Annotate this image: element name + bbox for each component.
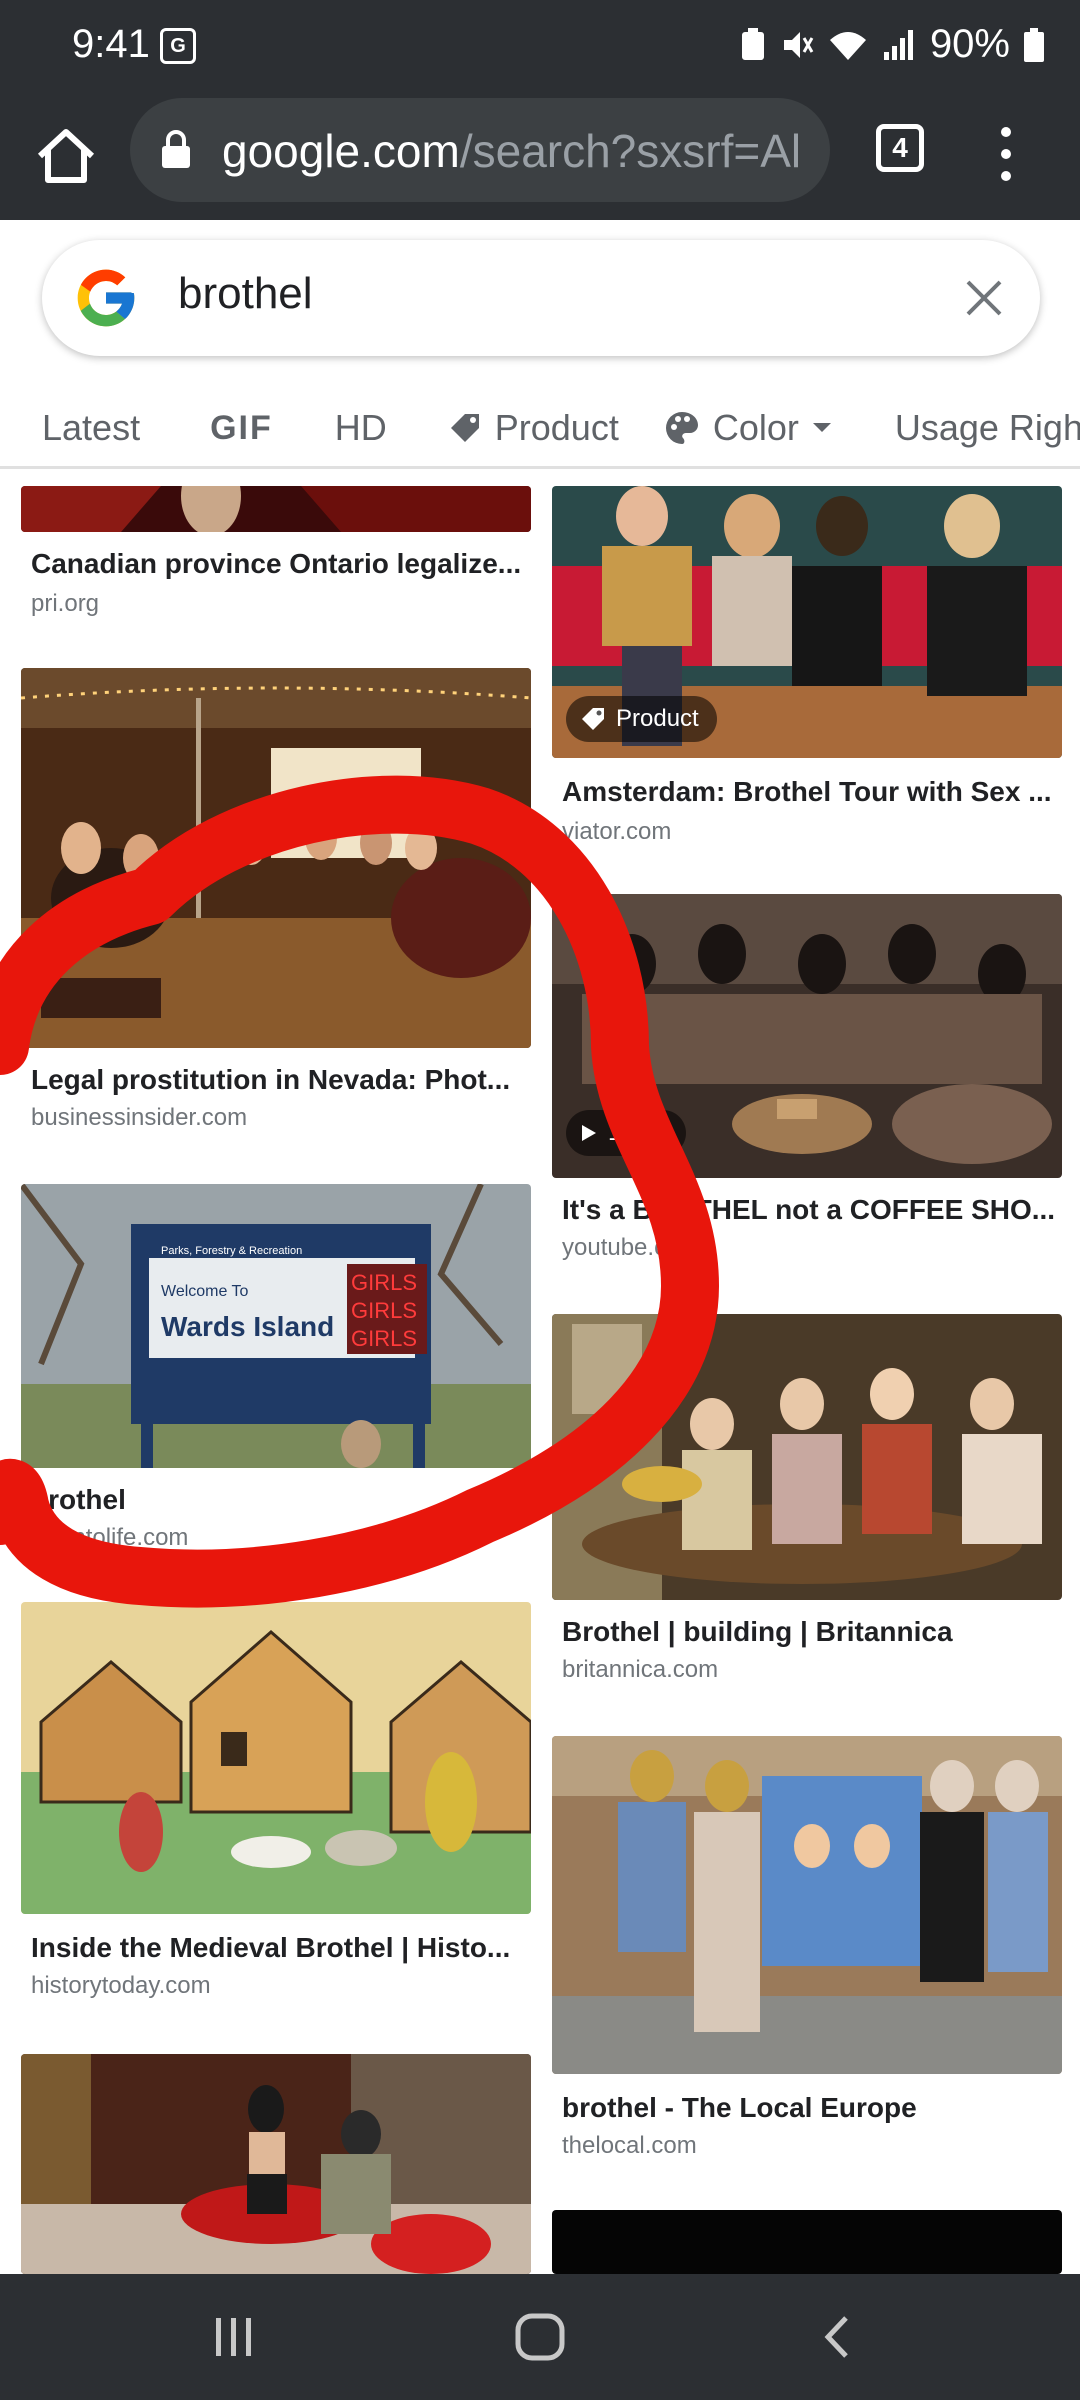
tab-switcher-button[interactable]: 4 — [876, 124, 924, 172]
clear-search-icon[interactable] — [962, 276, 1006, 320]
battery-saver-icon — [741, 27, 764, 60]
result-source: thelocal.com — [562, 2132, 697, 2159]
filter-label: GIF — [210, 408, 273, 447]
result-card[interactable]: brothel - The Local Europe thelocal.com — [552, 1736, 1062, 2159]
product-badge: Product — [566, 696, 717, 742]
result-thumbnail[interactable] — [552, 1736, 1062, 2074]
url-text: google.com/search?sxsrf=Al — [222, 124, 812, 178]
battery-icon — [1024, 27, 1044, 62]
recent-apps-icon[interactable] — [204, 2312, 264, 2362]
result-card[interactable] — [552, 2210, 1062, 2274]
dropdown-arrow-icon — [812, 423, 831, 432]
palette-icon — [665, 412, 698, 444]
filter-chip-product[interactable]: Product — [447, 407, 619, 449]
result-card[interactable]: 19:43 It's a BROTHEL not a COFFEE SHO...… — [552, 894, 1062, 1274]
result-card[interactable]: Product Amsterdam: Brothel Tour with Sex… — [552, 486, 1062, 846]
neon-sign-line: GIRLS — [351, 1326, 417, 1351]
address-bar[interactable]: google.com/search?sxsrf=Al — [130, 98, 830, 202]
tag-icon — [582, 708, 604, 730]
filter-chip-color[interactable]: Color — [663, 407, 833, 449]
result-source: britannica.com — [562, 1656, 719, 1683]
status-icons: 90% — [740, 22, 1044, 67]
google-logo-icon — [77, 269, 135, 327]
status-time: 9:41 — [72, 22, 150, 66]
translate-icon: G — [160, 28, 196, 64]
result-source: youtube.com — [562, 1234, 700, 1261]
filter-chip-hd[interactable]: HD — [335, 407, 387, 449]
browser-toolbar: google.com/search?sxsrf=Al 4 — [0, 92, 1080, 220]
result-card[interactable]: Canadian province Ontario legalize... pr… — [21, 486, 531, 636]
result-title: It's a BROTHEL not a COFFEE SHO... — [562, 1194, 1056, 1225]
system-nav-bar — [0, 2274, 1080, 2400]
signal-icon — [883, 29, 913, 60]
result-title: Inside the Medieval Brothel | Histo... — [31, 1932, 511, 1963]
result-source: businessinsider.com — [31, 1104, 248, 1131]
result-source: historytoday.com — [31, 1972, 211, 1999]
battery-percent: 90% — [929, 22, 1010, 66]
filter-label: HD — [334, 407, 387, 448]
url-path: /search?sxsrf=Al — [459, 125, 802, 177]
back-icon[interactable] — [810, 2312, 870, 2362]
result-source: viator.com — [562, 818, 672, 845]
search-box[interactable] — [42, 240, 1040, 356]
play-icon — [582, 1125, 596, 1141]
result-title: Amsterdam: Brothel Tour with Sex ... — [562, 776, 1052, 807]
result-thumbnail[interactable]: Parks, Forestry & Recreation Welcome To … — [21, 1184, 531, 1468]
result-card[interactable]: Parks, Forestry & Recreation Welcome To … — [21, 1184, 531, 1564]
result-title: brothel — [31, 1484, 126, 1515]
result-thumbnail[interactable] — [552, 1314, 1062, 1600]
neon-sign-line: GIRLS — [351, 1298, 417, 1323]
more-menu-icon[interactable] — [988, 124, 1024, 184]
result-title: Brothel | building | Britannica — [562, 1616, 953, 1647]
divider — [0, 466, 1080, 469]
sign-header-text: Parks, Forestry & Recreation — [161, 1245, 302, 1257]
search-input[interactable] — [176, 268, 880, 320]
result-card[interactable]: Brothel | building | Britannica britanni… — [552, 1314, 1062, 1714]
filter-chips: Latest GIF HD Product Color Usage Righ — [0, 388, 1080, 468]
filter-chip-usage-rights[interactable]: Usage Righ — [895, 407, 1080, 449]
filter-label: Color — [712, 407, 799, 448]
wifi-icon — [829, 31, 866, 60]
home-nav-icon[interactable] — [510, 2312, 570, 2362]
filter-label: Product — [494, 407, 619, 448]
filter-label: Usage Righ — [894, 407, 1080, 448]
result-title: brothel - The Local Europe — [562, 2092, 917, 2123]
sign-island-text: Wards Island — [161, 1311, 334, 1342]
result-title: Canadian province Ontario legalize... — [31, 548, 522, 579]
url-host: google.com — [222, 125, 460, 177]
filter-chip-latest[interactable]: Latest — [42, 407, 140, 449]
result-thumbnail[interactable] — [21, 1602, 531, 1914]
result-thumbnail[interactable] — [21, 486, 531, 532]
home-icon[interactable] — [30, 120, 102, 192]
result-card[interactable]: Inside the Medieval Brothel | Histo... h… — [21, 1602, 531, 2002]
result-source: torontolife.com — [31, 1524, 189, 1551]
result-thumbnail[interactable] — [21, 668, 531, 1048]
badge-label: Product — [616, 705, 699, 732]
mute-icon — [783, 31, 814, 58]
lock-icon — [162, 130, 190, 168]
video-duration-badge: 19:43 — [566, 1110, 687, 1156]
result-thumbnail[interactable] — [21, 2054, 531, 2274]
status-bar: 9:41 G 90% — [0, 0, 1080, 92]
sign-welcome-text: Welcome To — [161, 1283, 249, 1300]
search-area: Latest GIF HD Product Color Usage Righ — [0, 220, 1080, 470]
tag-icon — [450, 414, 479, 442]
filter-label: Latest — [42, 407, 141, 448]
result-card[interactable] — [21, 2054, 531, 2274]
result-card[interactable]: Legal prostitution in Nevada: Phot... bu… — [21, 668, 531, 1131]
image-results-grid: Canadian province Ontario legalize... pr… — [0, 486, 1080, 2274]
filter-chip-gif[interactable]: GIF — [210, 409, 273, 448]
result-source: pri.org — [31, 590, 100, 617]
badge-label: 19:43 — [608, 1119, 669, 1146]
neon-sign-line: GIRLS — [351, 1270, 417, 1295]
result-thumbnail[interactable] — [552, 2210, 1062, 2274]
result-title: Legal prostitution in Nevada: Phot... — [31, 1064, 511, 1095]
